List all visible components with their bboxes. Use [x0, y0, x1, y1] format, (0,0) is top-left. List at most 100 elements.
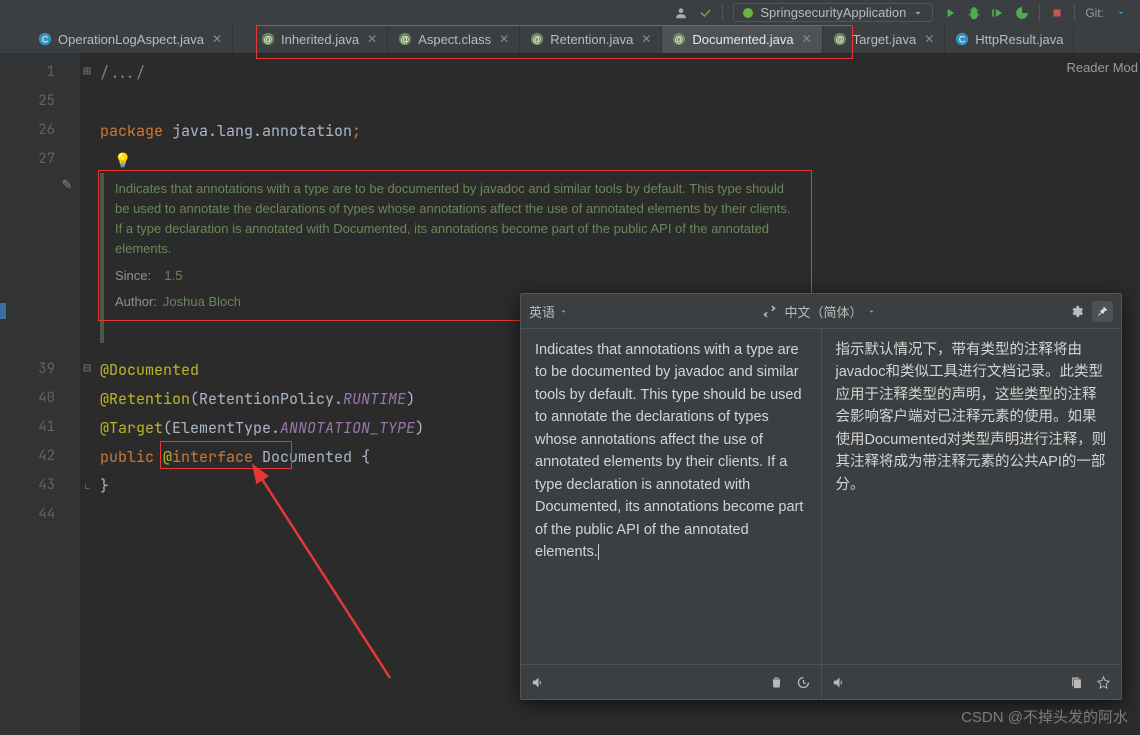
chevron-down-icon [912, 7, 924, 19]
profile-icon[interactable] [1015, 6, 1029, 20]
speaker-icon[interactable] [832, 675, 847, 690]
svg-text:@: @ [835, 35, 844, 45]
source-language-label: 英语 [529, 302, 555, 321]
close-icon[interactable]: ✕ [212, 32, 222, 46]
code-line: public @interface Documented { [100, 447, 370, 467]
line-number: 27 [0, 150, 55, 168]
svg-text:@: @ [401, 35, 410, 45]
line-number: 25 [0, 92, 55, 110]
tab-aspect[interactable]: @ Aspect.class ✕ [388, 25, 520, 53]
tab-retention[interactable]: @ Retention.java ✕ [520, 25, 662, 53]
line-number: 42 [0, 447, 55, 465]
speaker-icon[interactable] [531, 675, 546, 690]
close-icon[interactable]: ✕ [924, 32, 934, 46]
run-icon[interactable] [943, 6, 957, 20]
class-icon: C [955, 32, 969, 46]
line-number: 40 [0, 389, 55, 407]
git-label: Git: [1085, 6, 1104, 20]
editor-tabs: C OperationLogAspect.java ✕ @ Inherited.… [0, 25, 1140, 54]
spring-icon [742, 7, 754, 19]
fold-end-icon[interactable]: ⌞ [80, 477, 94, 492]
annotation-icon: @ [261, 32, 275, 46]
line-number: 43 [0, 476, 55, 494]
run-toolbar: SpringsecurityApplication Git: [0, 0, 1140, 26]
debug-icon[interactable] [967, 6, 981, 20]
tab-label: Aspect.class [418, 32, 491, 47]
gutter: 1 25 26 27 ✎ 39 40 41 42 43 44 [0, 53, 80, 735]
git-update-icon[interactable] [1114, 6, 1128, 20]
close-icon[interactable]: ✕ [367, 32, 377, 46]
intention-bulb[interactable]: 💡 [114, 150, 131, 170]
lightbulb-icon[interactable]: 💡 [114, 152, 131, 170]
history-icon[interactable] [796, 675, 811, 690]
svg-text:C: C [959, 35, 965, 45]
javadoc-since: Since: 1.5 [115, 266, 795, 286]
code-line: /.../ [100, 63, 145, 83]
line-number: 44 [0, 505, 55, 523]
translate-body: Indicates that annotations with a type a… [521, 329, 1121, 699]
tab-documented[interactable]: @ Documented.java ✕ [662, 25, 822, 53]
tab-label: Retention.java [550, 32, 633, 47]
annotation-icon: @ [398, 32, 412, 46]
svg-text:@: @ [264, 35, 273, 45]
tab-inherited[interactable]: @ Inherited.java ✕ [251, 25, 388, 53]
stop-icon[interactable] [1050, 6, 1064, 20]
tab-label: Documented.java [692, 32, 793, 47]
annotation-icon: @ [833, 32, 847, 46]
target-language-label: 中文（简体） [785, 302, 863, 321]
source-pane: Indicates that annotations with a type a… [521, 329, 822, 699]
fold-expand-icon[interactable]: ⊞ [80, 64, 94, 79]
line-number: 39 [0, 360, 55, 378]
coverage-icon[interactable] [991, 6, 1005, 20]
swap-icon[interactable] [762, 304, 777, 319]
source-text[interactable]: Indicates that annotations with a type a… [521, 329, 821, 664]
separator [1039, 5, 1040, 21]
tab-label: HttpResult.java [975, 32, 1063, 47]
code-line: @Target(ElementType.ANNOTATION_TYPE) [100, 418, 424, 438]
run-config-selector[interactable]: SpringsecurityApplication [733, 3, 933, 22]
code-line: @Documented [100, 360, 199, 380]
target-pane: 指示默认情况下，带有类型的注释将由javadoc和类似工具进行文档记录。此类型应… [822, 329, 1122, 699]
code-line: package java.lang.annotation; [100, 121, 361, 141]
annotation-icon: @ [672, 32, 686, 46]
line-number: 1 [0, 63, 55, 81]
star-icon[interactable] [1096, 675, 1111, 690]
code-line: } [100, 476, 109, 496]
trash-icon[interactable] [769, 675, 784, 690]
translate-popup: 英语 中文（简体） Indicates that annotations wit… [520, 293, 1122, 700]
line-number: 41 [0, 418, 55, 436]
translate-header: 英语 中文（简体） [521, 294, 1121, 329]
close-icon[interactable]: ✕ [641, 32, 651, 46]
fold-collapse-icon[interactable]: ⊟ [80, 361, 94, 376]
tab-label: Inherited.java [281, 32, 359, 47]
target-text[interactable]: 指示默认情况下，带有类型的注释将由javadoc和类似工具进行文档记录。此类型应… [822, 329, 1122, 664]
separator [722, 5, 723, 21]
source-language-selector[interactable]: 英语 [529, 302, 568, 321]
user-icon[interactable] [674, 6, 688, 20]
annotation-icon: @ [530, 32, 544, 46]
tab-operationlogaspect[interactable]: C OperationLogAspect.java ✕ [28, 25, 233, 53]
svg-text:@: @ [533, 35, 542, 45]
chevron-down-icon [867, 307, 876, 316]
pin-icon[interactable] [1092, 301, 1113, 322]
close-icon[interactable]: ✕ [802, 32, 812, 46]
text-caret [598, 544, 599, 560]
svg-text:@: @ [675, 35, 684, 45]
tab-httpresult[interactable]: C HttpResult.java [945, 25, 1074, 53]
source-footer [521, 664, 821, 699]
close-icon[interactable]: ✕ [499, 32, 509, 46]
tab-label: Target.java [853, 32, 917, 47]
run-config-label: SpringsecurityApplication [760, 5, 906, 20]
javadoc-body: Indicates that annotations with a type a… [115, 179, 795, 260]
tab-target[interactable]: @ Target.java ✕ [823, 25, 946, 53]
settings-icon[interactable] [1069, 304, 1084, 319]
build-icon[interactable] [698, 6, 712, 20]
target-language-selector[interactable]: 中文（简体） [785, 302, 876, 321]
svg-text:C: C [42, 35, 48, 45]
edit-icon[interactable]: ✎ [56, 177, 78, 193]
code-line: @Retention(RetentionPolicy.RUNTIME) [100, 389, 415, 409]
vcs-marker [0, 303, 6, 319]
copy-icon[interactable] [1069, 675, 1084, 690]
tab-label: OperationLogAspect.java [58, 32, 204, 47]
separator [1074, 5, 1075, 21]
